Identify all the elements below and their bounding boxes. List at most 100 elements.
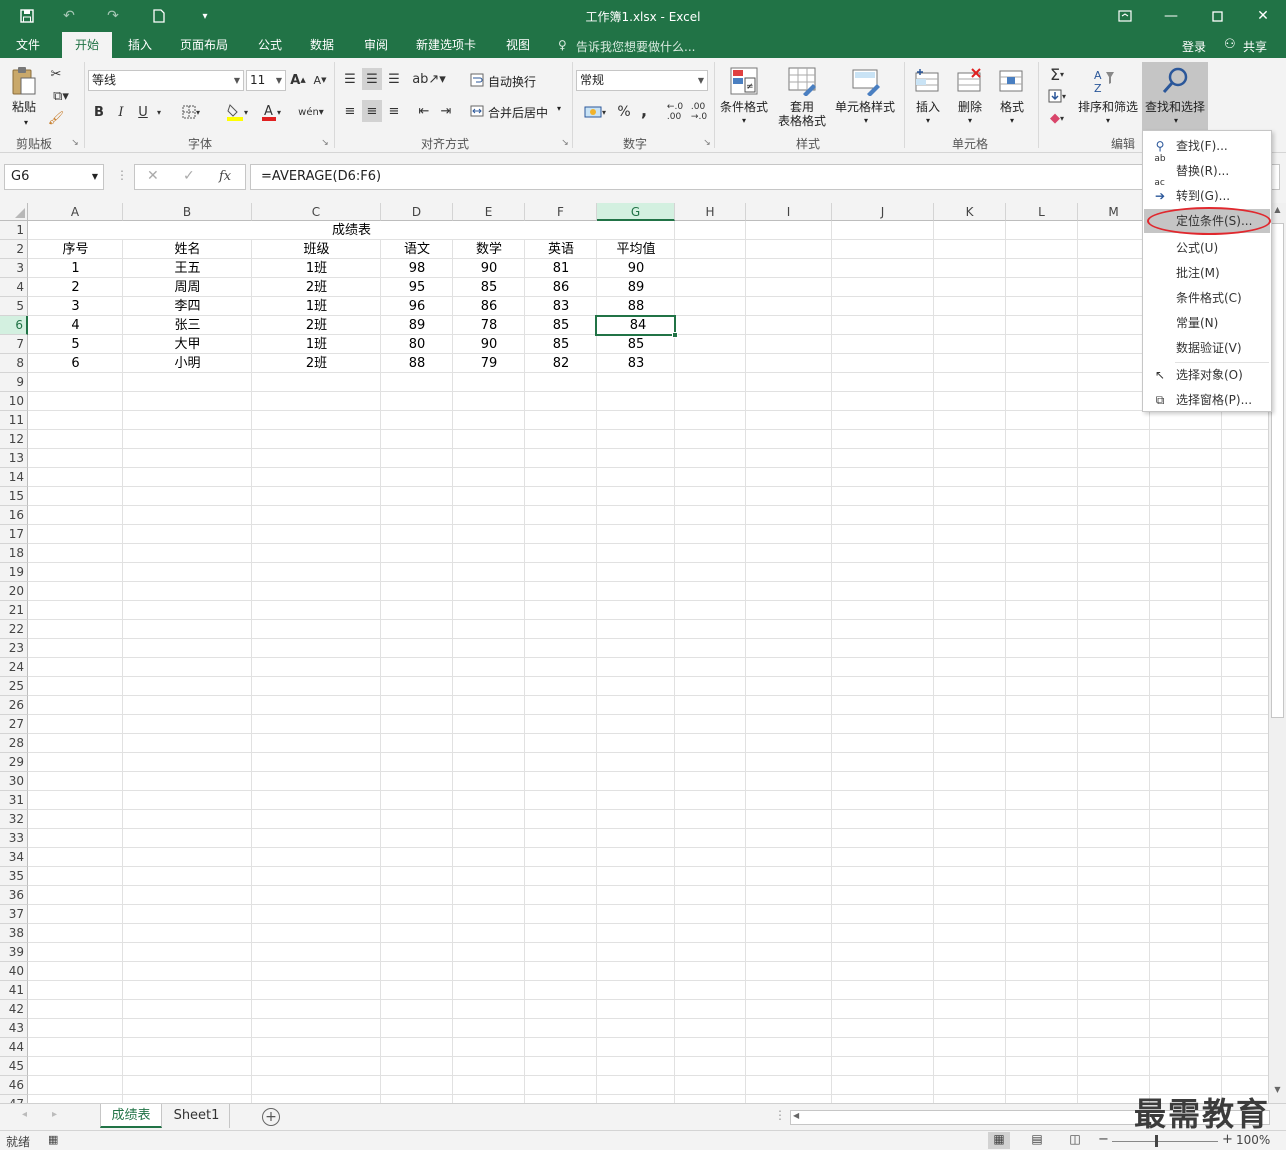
delete-dropdown-icon[interactable]: ▾ bbox=[960, 114, 980, 128]
comma-button[interactable]: , bbox=[636, 98, 652, 122]
autosum-icon[interactable]: Σ ▾ bbox=[1042, 64, 1072, 84]
close-icon[interactable]: ✕ bbox=[1240, 0, 1286, 32]
column-header-c[interactable]: C bbox=[252, 203, 381, 221]
find-dropdown-icon[interactable]: ▾ bbox=[1166, 114, 1186, 128]
data-cell[interactable]: 86 bbox=[525, 278, 597, 297]
row-header-6[interactable]: 6 bbox=[0, 316, 28, 335]
row-header-41[interactable]: 41 bbox=[0, 981, 28, 1000]
format-as-table-icon[interactable] bbox=[786, 64, 818, 98]
tab-page-layout[interactable]: 页面布局 bbox=[170, 32, 238, 58]
cell-styles-icon[interactable] bbox=[850, 64, 882, 98]
add-sheet-icon[interactable]: + bbox=[262, 1108, 280, 1126]
column-header-j[interactable]: J bbox=[832, 203, 934, 221]
data-cell[interactable]: 6 bbox=[28, 354, 123, 373]
data-cell[interactable]: 81 bbox=[525, 259, 597, 278]
row-header-14[interactable]: 14 bbox=[0, 468, 28, 487]
column-header-a[interactable]: A bbox=[28, 203, 123, 221]
menu-item-selection-pane[interactable]: ⧉ 选择窗格(P)... bbox=[1144, 388, 1270, 412]
login-link[interactable]: 登录 bbox=[1182, 38, 1206, 55]
paste-dropdown-icon[interactable]: ▾ bbox=[16, 116, 36, 130]
increase-decimal-icon[interactable]: ←.0.00 bbox=[664, 100, 686, 124]
row-header-34[interactable]: 34 bbox=[0, 848, 28, 867]
row-header-29[interactable]: 29 bbox=[0, 753, 28, 772]
zoom-slider[interactable] bbox=[1112, 1141, 1218, 1142]
tab-view[interactable]: 视图 bbox=[494, 32, 542, 58]
share-button[interactable]: 共享 bbox=[1243, 38, 1267, 55]
data-cell[interactable]: 80 bbox=[381, 335, 453, 354]
data-cell[interactable]: 88 bbox=[597, 297, 675, 316]
tab-home[interactable]: 开始 bbox=[62, 32, 112, 58]
row-header-16[interactable]: 16 bbox=[0, 506, 28, 525]
accounting-format-icon[interactable]: ▾ bbox=[578, 100, 612, 124]
tab-new[interactable]: 新建选项卡 bbox=[406, 32, 486, 58]
find-select-icon[interactable] bbox=[1158, 64, 1192, 98]
cancel-entry-icon[interactable]: ✕ bbox=[147, 168, 159, 184]
header-cell[interactable]: 平均值 bbox=[597, 240, 675, 259]
fill-color-icon[interactable]: ▾ bbox=[220, 100, 254, 124]
increase-font-icon[interactable]: A ▲ bbox=[290, 70, 306, 90]
data-cell[interactable]: 1班 bbox=[252, 259, 381, 278]
row-header-31[interactable]: 31 bbox=[0, 791, 28, 810]
next-sheet-icon[interactable]: ▸ bbox=[52, 1109, 57, 1120]
row-header-42[interactable]: 42 bbox=[0, 1000, 28, 1019]
wrap-text-button[interactable]: 自动换行 bbox=[488, 73, 536, 90]
tab-file[interactable]: 文件 bbox=[4, 32, 52, 58]
format-as-table-line1[interactable]: 套用 bbox=[772, 100, 832, 114]
row-header-12[interactable]: 12 bbox=[0, 430, 28, 449]
macro-record-icon[interactable]: ▦ bbox=[48, 1133, 58, 1146]
clipboard-launcher-icon[interactable]: ↘ bbox=[68, 136, 82, 150]
find-select-button[interactable]: 查找和选择 bbox=[1142, 100, 1208, 114]
cell-styles-dropdown-icon[interactable]: ▾ bbox=[856, 114, 876, 128]
font-name-select[interactable]: 等线 ▼ bbox=[88, 70, 244, 91]
row-header-25[interactable]: 25 bbox=[0, 677, 28, 696]
header-cell[interactable]: 英语 bbox=[525, 240, 597, 259]
row-header-18[interactable]: 18 bbox=[0, 544, 28, 563]
row-header-44[interactable]: 44 bbox=[0, 1038, 28, 1057]
data-cell[interactable]: 4 bbox=[28, 316, 123, 335]
insert-cells-icon[interactable] bbox=[912, 64, 944, 98]
format-painter-icon[interactable]: 🖌 bbox=[46, 108, 66, 128]
row-header-5[interactable]: 5 bbox=[0, 297, 28, 316]
column-header-k[interactable]: K bbox=[934, 203, 1006, 221]
percent-button[interactable]: % bbox=[614, 100, 634, 124]
font-size-select[interactable]: 11 ▼ bbox=[246, 70, 286, 91]
zoom-level[interactable]: 100% bbox=[1236, 1133, 1270, 1147]
data-cell[interactable]: 89 bbox=[597, 278, 675, 297]
name-box[interactable]: G6 ▼ bbox=[4, 164, 104, 190]
header-cell[interactable]: 姓名 bbox=[123, 240, 252, 259]
merge-dropdown-icon[interactable]: ▾ bbox=[557, 104, 561, 113]
font-color-icon[interactable]: A ▾ bbox=[256, 100, 286, 124]
row-header-33[interactable]: 33 bbox=[0, 829, 28, 848]
format-as-table-button[interactable]: 表格格式 bbox=[770, 114, 834, 128]
data-cell[interactable]: 2 bbox=[28, 278, 123, 297]
data-cell[interactable]: 大甲 bbox=[123, 335, 252, 354]
minimize-icon[interactable]: — bbox=[1148, 0, 1194, 32]
header-cell[interactable]: 语文 bbox=[381, 240, 453, 259]
row-header-37[interactable]: 37 bbox=[0, 905, 28, 924]
page-layout-view-icon[interactable]: ▤ bbox=[1026, 1132, 1048, 1149]
data-cell[interactable]: 1班 bbox=[252, 335, 381, 354]
tab-insert[interactable]: 插入 bbox=[116, 32, 164, 58]
row-header-43[interactable]: 43 bbox=[0, 1019, 28, 1038]
data-cell[interactable]: 85 bbox=[525, 335, 597, 354]
align-bottom-icon[interactable]: ☰ bbox=[384, 68, 404, 90]
page-break-view-icon[interactable]: ◫ bbox=[1064, 1132, 1086, 1149]
data-cell[interactable]: 2班 bbox=[252, 316, 381, 335]
insert-function-icon[interactable]: fx bbox=[219, 169, 231, 184]
menu-item-replace[interactable]: ab ac 替换(R)... bbox=[1144, 154, 1270, 188]
sheet-title-cell[interactable]: 成绩表 bbox=[28, 221, 675, 240]
decrease-font-icon[interactable]: A ▼ bbox=[312, 70, 328, 90]
clear-icon[interactable]: ◆ ▾ bbox=[1042, 108, 1072, 128]
align-middle-icon[interactable]: ☰ bbox=[362, 68, 382, 90]
border-icon[interactable]: ▾ bbox=[176, 102, 206, 122]
increase-indent-icon[interactable]: ⇥ bbox=[436, 100, 456, 122]
confirm-entry-icon[interactable]: ✓ bbox=[183, 168, 195, 184]
data-cell[interactable]: 78 bbox=[453, 316, 525, 335]
active-cell-border[interactable] bbox=[595, 315, 676, 336]
data-cell[interactable]: 3 bbox=[28, 297, 123, 316]
data-cell[interactable]: 89 bbox=[381, 316, 453, 335]
row-header-3[interactable]: 3 bbox=[0, 259, 28, 278]
menu-item-goto[interactable]: ➔ 转到(G)... bbox=[1144, 184, 1270, 208]
delete-cells-icon[interactable] bbox=[954, 64, 986, 98]
insert-dropdown-icon[interactable]: ▾ bbox=[918, 114, 938, 128]
